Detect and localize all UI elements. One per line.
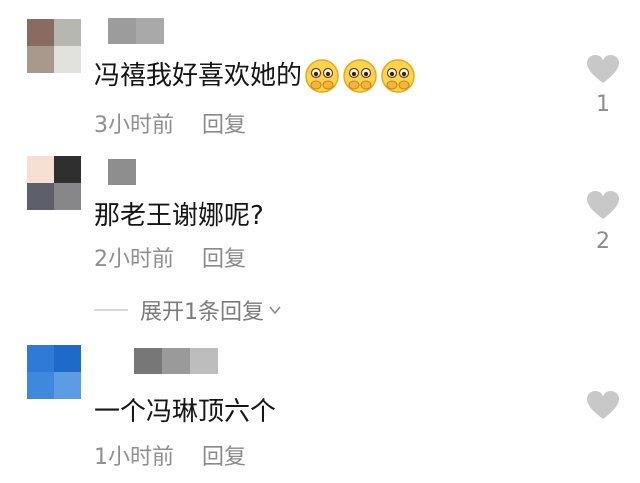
like-heart-icon[interactable] xyxy=(586,390,620,420)
comment-text: 那老王谢娜呢? xyxy=(94,200,264,232)
comment-text-content: 那老王谢娜呢? xyxy=(94,201,264,231)
reply-button[interactable]: 回复 xyxy=(202,444,246,472)
username-pixelated[interactable] xyxy=(108,18,164,44)
divider-line xyxy=(94,309,128,311)
username-pixelated[interactable] xyxy=(108,159,136,185)
comment-text-content: 冯禧我好喜欢她的 xyxy=(94,61,303,91)
timestamp: 1小时前 xyxy=(94,445,174,470)
avatar[interactable] xyxy=(27,19,81,73)
expand-replies-label: 展开1条回复 xyxy=(140,300,264,325)
comment-meta: 3小时前 回复 xyxy=(94,112,246,140)
comment-meta: 2小时前 回复 xyxy=(94,246,246,274)
expand-replies-button[interactable]: 展开1条回复 xyxy=(94,295,282,325)
comment-text: 冯禧我好喜欢她的 xyxy=(94,58,418,94)
timestamp: 2小时前 xyxy=(94,247,174,272)
like-count: 2 xyxy=(596,229,610,254)
comment-text: 一个冯琳顶六个 xyxy=(94,396,276,428)
timestamp: 3小时前 xyxy=(94,113,174,138)
like-count: 1 xyxy=(596,92,610,117)
avatar[interactable] xyxy=(27,156,81,210)
shy-face-emoji-icon xyxy=(304,58,340,94)
shy-face-emoji-icon xyxy=(342,58,378,94)
shy-face-emoji-icon xyxy=(380,58,416,94)
avatar[interactable] xyxy=(27,345,81,399)
comment-meta: 1小时前 回复 xyxy=(94,444,246,472)
chevron-down-icon xyxy=(269,306,281,315)
username-pixelated[interactable] xyxy=(134,348,218,374)
like-heart-icon[interactable] xyxy=(586,54,620,84)
reply-button[interactable]: 回复 xyxy=(202,246,246,274)
reply-button[interactable]: 回复 xyxy=(202,112,246,140)
emoji-group xyxy=(304,58,418,94)
like-heart-icon[interactable] xyxy=(586,190,620,220)
comment-text-content: 一个冯琳顶六个 xyxy=(94,397,277,427)
